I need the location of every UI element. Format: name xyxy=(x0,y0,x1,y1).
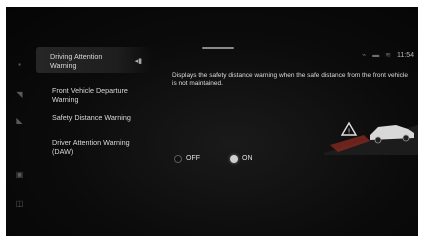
pull-down-handle[interactable] xyxy=(202,47,234,49)
svg-text:!: ! xyxy=(348,128,351,136)
clock: 11:54 xyxy=(397,52,414,59)
seat-icon[interactable]: ◣ xyxy=(15,117,24,125)
menu-item-driving-attention-warning[interactable]: Driving Attention Warning ◂▮ xyxy=(36,47,152,73)
infotainment-screen: ⌁ ▬ ≋ 11:54 ▪ ◥ ◣ ▣ ◫ Driving Attention … xyxy=(6,7,418,236)
submenu-icon: ◂▮ xyxy=(134,58,142,65)
option-on-label: ON xyxy=(242,155,253,162)
status-bar: ⌁ ▬ ≋ 11:54 xyxy=(358,51,414,59)
menu-item-label: Safety Distance Warning xyxy=(52,113,131,122)
hand-icon[interactable]: ◫ xyxy=(15,200,24,208)
menu-item-label: Driver Attention Warning (DAW) xyxy=(52,138,130,156)
setting-description: Displays the safety distance warning whe… xyxy=(172,72,408,87)
menu-item-front-vehicle-departure-warning[interactable]: Front Vehicle Departure Warning xyxy=(36,81,152,104)
option-off-label: OFF xyxy=(186,155,200,162)
option-on[interactable]: ON xyxy=(228,153,268,165)
safety-distance-illustration: ! xyxy=(324,121,418,155)
signal-icon: ⌁ xyxy=(362,52,367,59)
option-off[interactable]: OFF xyxy=(172,153,212,165)
left-rail: ▪ ◥ ◣ ▣ ◫ xyxy=(6,45,36,236)
menu-item-label: Front Vehicle Departure Warning xyxy=(52,86,128,104)
menu-item-driver-attention-warning[interactable]: Driver Attention Warning (DAW) xyxy=(36,133,152,156)
wifi-icon: ≋ xyxy=(385,52,392,59)
settings-menu: Driving Attention Warning ◂▮ Front Vehic… xyxy=(36,47,152,197)
menu-item-safety-distance-warning[interactable]: Safety Distance Warning xyxy=(36,108,152,130)
radio-off[interactable] xyxy=(174,155,182,163)
steering-icon[interactable]: ◥ xyxy=(15,91,24,99)
menu-item-label: Driving Attention Warning xyxy=(50,52,103,70)
battery-icon: ▬ xyxy=(372,52,380,59)
vehicle-icon[interactable]: ▣ xyxy=(15,171,24,179)
drive-mode-icon[interactable]: ▪ xyxy=(15,61,24,69)
radio-on[interactable] xyxy=(230,155,238,163)
